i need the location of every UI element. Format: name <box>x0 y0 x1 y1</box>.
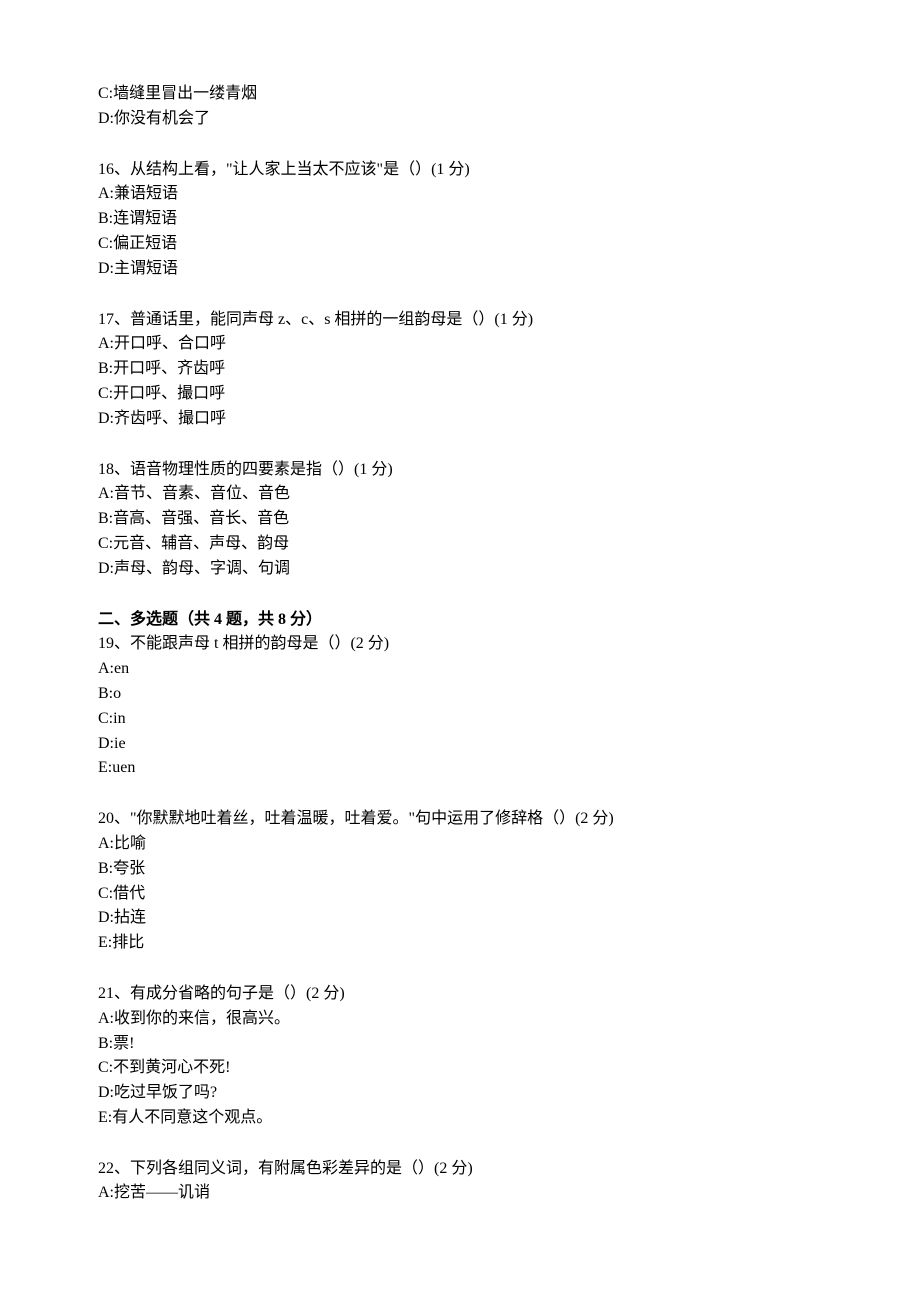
option-a: A:音节、音素、音位、音色 <box>98 482 822 507</box>
option-b: B:音高、音强、音长、音色 <box>98 507 822 532</box>
option-d: D:吃过早饭了吗? <box>98 1081 822 1106</box>
question-stem: 20、"你默默地吐着丝，吐着温暖，吐着爱。"句中运用了修辞格（）(2 分) <box>98 807 822 832</box>
option-c: C:墙缝里冒出一缕青烟 <box>98 82 822 107</box>
option-a: A:开口呼、合口呼 <box>98 332 822 357</box>
option-b: B:连谓短语 <box>98 207 822 232</box>
section-title: 二、多选题（共 4 题，共 8 分） <box>98 608 822 633</box>
question-stem: 19、不能跟声母 t 相拼的韵母是（）(2 分) <box>98 632 822 657</box>
option-a: A:兼语短语 <box>98 182 822 207</box>
option-b: B:夸张 <box>98 857 822 882</box>
page: C:墙缝里冒出一缕青烟 D:你没有机会了 16、从结构上看，"让人家上当太不应该… <box>0 0 920 1302</box>
question-16: 16、从结构上看，"让人家上当太不应该"是（）(1 分) A:兼语短语 B:连谓… <box>98 158 822 282</box>
option-c: C:不到黄河心不死! <box>98 1056 822 1081</box>
option-c: C:in <box>98 707 822 732</box>
option-c: C:偏正短语 <box>98 232 822 257</box>
question-partial: C:墙缝里冒出一缕青烟 D:你没有机会了 <box>98 82 822 132</box>
option-b: B:开口呼、齐齿呼 <box>98 357 822 382</box>
question-stem: 16、从结构上看，"让人家上当太不应该"是（）(1 分) <box>98 158 822 183</box>
question-stem: 21、有成分省略的句子是（）(2 分) <box>98 982 822 1007</box>
option-d: D:你没有机会了 <box>98 107 822 132</box>
option-d: D:主谓短语 <box>98 257 822 282</box>
option-a: A:比喻 <box>98 832 822 857</box>
option-d: D:声母、韵母、字调、句调 <box>98 557 822 582</box>
option-a: A:收到你的来信，很高兴。 <box>98 1007 822 1032</box>
option-a: A:挖苦——讥诮 <box>98 1181 822 1206</box>
option-a: A:en <box>98 657 822 682</box>
question-stem: 18、语音物理性质的四要素是指（）(1 分) <box>98 458 822 483</box>
option-b: B:票! <box>98 1032 822 1057</box>
option-d: D:齐齿呼、撮口呼 <box>98 407 822 432</box>
option-e: E:有人不同意这个观点。 <box>98 1106 822 1131</box>
question-21: 21、有成分省略的句子是（）(2 分) A:收到你的来信，很高兴。 B:票! C… <box>98 982 822 1131</box>
option-c: C:开口呼、撮口呼 <box>98 382 822 407</box>
section-multi: 二、多选题（共 4 题，共 8 分） 19、不能跟声母 t 相拼的韵母是（）(2… <box>98 608 822 782</box>
question-stem: 17、普通话里，能同声母 z、c、s 相拼的一组韵母是（）(1 分) <box>98 308 822 333</box>
option-b: B:o <box>98 682 822 707</box>
option-c: C:借代 <box>98 882 822 907</box>
option-e: E:uen <box>98 756 822 781</box>
option-d: D:ie <box>98 732 822 757</box>
question-17: 17、普通话里，能同声母 z、c、s 相拼的一组韵母是（）(1 分) A:开口呼… <box>98 308 822 432</box>
question-22: 22、下列各组同义词，有附属色彩差异的是（）(2 分) A:挖苦——讥诮 <box>98 1157 822 1207</box>
option-d: D:拈连 <box>98 906 822 931</box>
option-c: C:元音、辅音、声母、韵母 <box>98 532 822 557</box>
question-stem: 22、下列各组同义词，有附属色彩差异的是（）(2 分) <box>98 1157 822 1182</box>
question-20: 20、"你默默地吐着丝，吐着温暖，吐着爱。"句中运用了修辞格（）(2 分) A:… <box>98 807 822 956</box>
option-e: E:排比 <box>98 931 822 956</box>
question-18: 18、语音物理性质的四要素是指（）(1 分) A:音节、音素、音位、音色 B:音… <box>98 458 822 582</box>
